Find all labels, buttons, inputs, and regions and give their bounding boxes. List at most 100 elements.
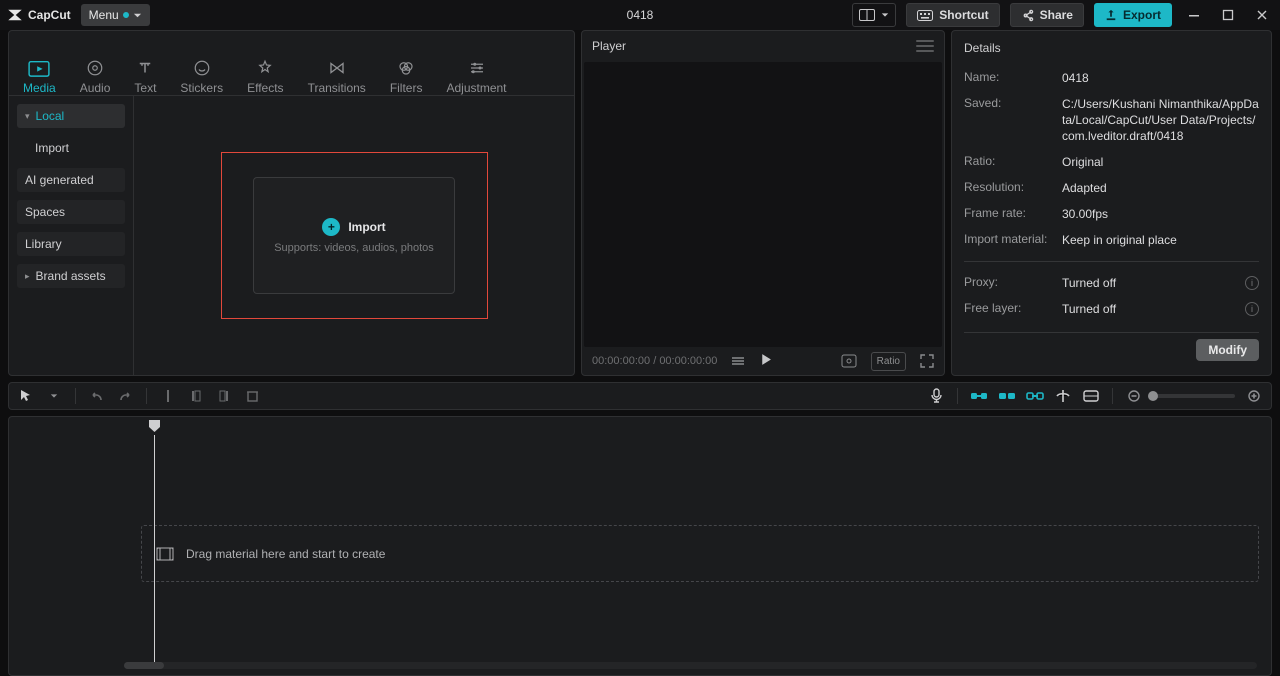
share-label: Share	[1040, 8, 1073, 22]
window-close-button[interactable]	[1250, 3, 1274, 27]
player-canvas[interactable]	[584, 62, 942, 347]
sidebar-item-spaces[interactable]: Spaces	[17, 200, 125, 224]
fullscreen-icon[interactable]	[920, 354, 934, 368]
record-voiceover[interactable]	[927, 387, 945, 405]
share-icon	[1021, 9, 1034, 22]
details-row-saved: Saved:C:/Users/Kushani Nimanthika/AppDat…	[964, 91, 1259, 149]
details-k: Ratio:	[964, 154, 1052, 170]
delete-button[interactable]	[243, 387, 261, 405]
details-v: Original	[1062, 154, 1259, 170]
zoom-slider[interactable]	[1153, 394, 1235, 398]
share-button[interactable]: Share	[1010, 3, 1084, 27]
details-row-framerate: Frame rate:30.00fps	[964, 201, 1259, 227]
cursor-tool[interactable]	[17, 387, 35, 405]
window-title: 0418	[627, 8, 654, 22]
sidebar-item-local[interactable]: ▾ Local	[17, 104, 125, 128]
window-maximize-button[interactable]	[1216, 3, 1240, 27]
track-preview-icon	[1083, 390, 1099, 402]
preview-axis[interactable]	[1054, 387, 1072, 405]
timeline-toolbar	[8, 382, 1272, 410]
import-dropzone[interactable]: + Import Supports: videos, audios, photo…	[253, 177, 455, 294]
details-v: Turned off	[1062, 301, 1116, 317]
timeline-scrollbar[interactable]	[124, 662, 1257, 669]
tab-media[interactable]: Media	[13, 37, 66, 95]
audio-icon	[85, 59, 105, 77]
details-divider	[964, 261, 1259, 262]
track-preview[interactable]	[1082, 387, 1100, 405]
modify-button[interactable]: Modify	[1196, 339, 1259, 361]
text-icon	[135, 59, 155, 77]
playhead-handle[interactable]	[149, 420, 160, 432]
sidebar-item-library[interactable]: Library	[17, 232, 125, 256]
tab-transitions[interactable]: Transitions	[298, 37, 376, 95]
layout-icon	[859, 9, 875, 21]
sidebar-label: Local	[36, 109, 65, 123]
snap-icon	[998, 390, 1016, 402]
delete-icon	[246, 389, 259, 403]
filters-icon	[396, 59, 416, 77]
player-panel: Player 00:00:00:00 / 00:00:00:00 Rat	[581, 30, 945, 376]
linkage-toggle[interactable]	[1026, 387, 1044, 405]
play-button[interactable]	[759, 353, 772, 369]
details-v-wrap: Turned off i	[1062, 301, 1259, 317]
player-title: Player	[592, 39, 626, 53]
trim-left-icon	[190, 389, 202, 403]
split-button[interactable]	[159, 387, 177, 405]
info-icon[interactable]: i	[1245, 302, 1259, 316]
ratio-button[interactable]: Ratio	[871, 352, 906, 371]
tab-text[interactable]: Text	[124, 37, 166, 95]
sidebar-label: Library	[25, 237, 62, 251]
sidebar-label: AI generated	[25, 173, 94, 187]
sidebar-item-ai-generated[interactable]: AI generated	[17, 168, 125, 192]
menu-bar-icon	[916, 40, 934, 42]
import-title: Import	[348, 220, 385, 234]
shortcut-button[interactable]: Shortcut	[906, 3, 999, 27]
tab-audio[interactable]: Audio	[70, 37, 121, 95]
tab-adjustment[interactable]: Adjustment	[436, 37, 516, 95]
trim-left-button[interactable]	[187, 387, 205, 405]
details-row-freelayer: Free layer: Turned off i	[964, 296, 1259, 322]
timeline-ruler[interactable]	[141, 417, 1271, 437]
tab-label: Media	[23, 81, 56, 95]
timeline-scrollbar-thumb[interactable]	[124, 662, 164, 669]
tab-label: Transitions	[308, 81, 366, 95]
details-v: C:/Users/Kushani Nimanthika/AppData/Loca…	[1062, 96, 1259, 144]
sidebar-label: Spaces	[25, 205, 65, 219]
timeline-dropzone[interactable]: Drag material here and start to create	[141, 525, 1259, 582]
magnet-main-track[interactable]	[970, 387, 988, 405]
zoom-slider-thumb[interactable]	[1148, 391, 1158, 401]
menu-button[interactable]: Menu	[81, 4, 150, 26]
player-time-current: 00:00:00:00	[592, 355, 650, 367]
safezone-icon[interactable]	[841, 354, 857, 368]
info-icon[interactable]: i	[1245, 276, 1259, 290]
auto-snap[interactable]	[998, 387, 1016, 405]
sidebar-item-import[interactable]: Import	[17, 136, 125, 160]
tab-effects[interactable]: Effects	[237, 37, 293, 95]
separator	[1112, 388, 1113, 404]
tab-label: Audio	[80, 81, 111, 95]
chevron-down-icon	[881, 11, 889, 19]
ratio-label: Ratio	[877, 356, 900, 367]
details-row-name: Name:0418	[964, 65, 1259, 91]
details-k: Name:	[964, 70, 1052, 86]
undo-button[interactable]	[88, 387, 106, 405]
layout-button[interactable]	[852, 3, 896, 27]
cursor-dropdown[interactable]	[45, 387, 63, 405]
tab-stickers[interactable]: Stickers	[170, 37, 233, 95]
undo-icon	[90, 389, 104, 403]
player-menu-button[interactable]	[916, 40, 934, 52]
window-minimize-button[interactable]	[1182, 3, 1206, 27]
trim-right-button[interactable]	[215, 387, 233, 405]
zoom-out[interactable]	[1125, 387, 1143, 405]
zoom-in[interactable]	[1245, 387, 1263, 405]
playhead-icon	[149, 420, 160, 432]
export-button[interactable]: Export	[1094, 3, 1172, 27]
tab-label: Text	[134, 81, 156, 95]
player-options-icon[interactable]	[731, 355, 745, 367]
sidebar-item-brand-assets[interactable]: ▸ Brand assets	[17, 264, 125, 288]
redo-button[interactable]	[116, 387, 134, 405]
maximize-icon	[1222, 9, 1234, 21]
details-k: Free layer:	[964, 301, 1052, 317]
play-icon	[759, 353, 772, 366]
tab-filters[interactable]: Filters	[380, 37, 433, 95]
